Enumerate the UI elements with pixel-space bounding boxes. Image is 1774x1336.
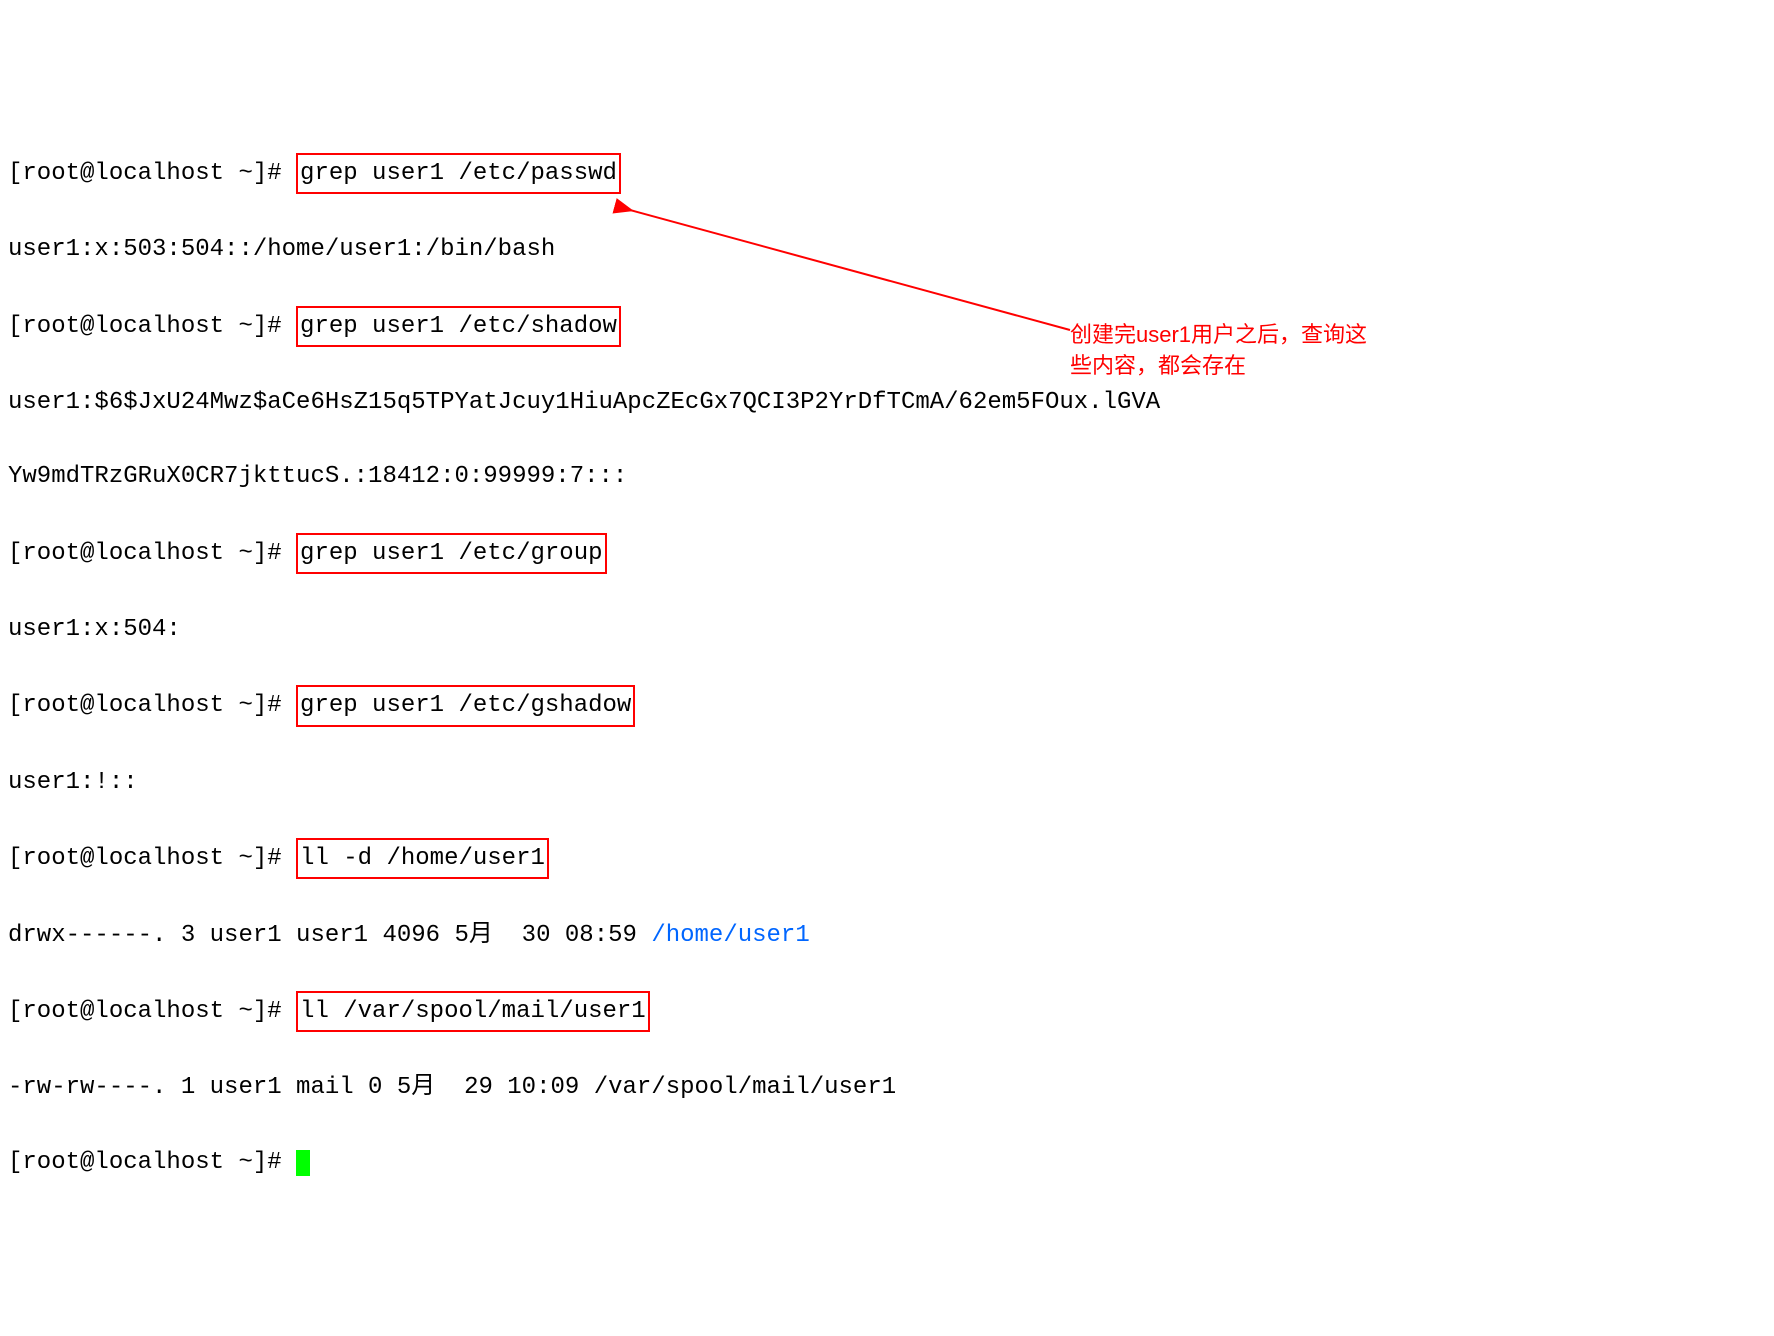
shell-prompt: [root@localhost ~]#	[8, 160, 296, 187]
shell-prompt: [root@localhost ~]#	[8, 845, 296, 872]
terminal-output: user1:$6$JxU24Mwz$aCe6HsZ15q5TPYatJcuy1H…	[8, 384, 1766, 421]
shell-prompt: [root@localhost ~]#	[8, 313, 296, 340]
annotation-text: 创建完user1用户之后，查询这 些内容，都会存在	[1070, 320, 1430, 382]
terminal-line: [root@localhost ~]# grep user1 /etc/grou…	[8, 533, 1766, 574]
terminal-output: drwx------. 3 user1 user1 4096 5月 30 08:…	[8, 917, 1766, 954]
command-boxed: grep user1 /etc/group	[296, 533, 606, 574]
shell-prompt: [root@localhost ~]#	[8, 692, 296, 719]
terminal-output: user1:!::	[8, 764, 1766, 801]
terminal-line: [root@localhost ~]# grep user1 /etc/shad…	[8, 306, 1766, 347]
command-boxed: grep user1 /etc/gshadow	[296, 685, 635, 726]
terminal-output: -rw-rw----. 1 user1 mail 0 5月 29 10:09 /…	[8, 1069, 1766, 1106]
terminal-line: [root@localhost ~]#	[8, 1144, 1766, 1181]
terminal-line: [root@localhost ~]# grep user1 /etc/pass…	[8, 153, 1766, 194]
terminal-output: user1:x:503:504::/home/user1:/bin/bash	[8, 231, 1766, 268]
terminal-output: Yw9mdTRzGRuX0CR7jkttucS.:18412:0:99999:7…	[8, 458, 1766, 495]
terminal-cursor[interactable]	[296, 1150, 310, 1176]
annotation-line-2: 些内容，都会存在	[1070, 351, 1430, 382]
command-boxed: ll -d /home/user1	[296, 838, 549, 879]
terminal-line: [root@localhost ~]# ll /var/spool/mail/u…	[8, 991, 1766, 1032]
shell-prompt: [root@localhost ~]#	[8, 540, 296, 567]
shell-prompt: [root@localhost ~]#	[8, 998, 296, 1025]
annotation-line-1: 创建完user1用户之后，查询这	[1070, 320, 1430, 351]
command-boxed: grep user1 /etc/passwd	[296, 153, 621, 194]
terminal-line: [root@localhost ~]# grep user1 /etc/gsha…	[8, 685, 1766, 726]
command-boxed: grep user1 /etc/shadow	[296, 306, 621, 347]
terminal-line: [root@localhost ~]# ll -d /home/user1	[8, 838, 1766, 879]
annotation-arrow	[610, 195, 1090, 375]
shell-prompt: [root@localhost ~]#	[8, 1149, 296, 1176]
ll-output-prefix: drwx------. 3 user1 user1 4096 5月 30 08:…	[8, 922, 651, 949]
terminal-output: user1:x:504:	[8, 611, 1766, 648]
command-boxed: ll /var/spool/mail/user1	[296, 991, 650, 1032]
home-path: /home/user1	[651, 922, 809, 949]
